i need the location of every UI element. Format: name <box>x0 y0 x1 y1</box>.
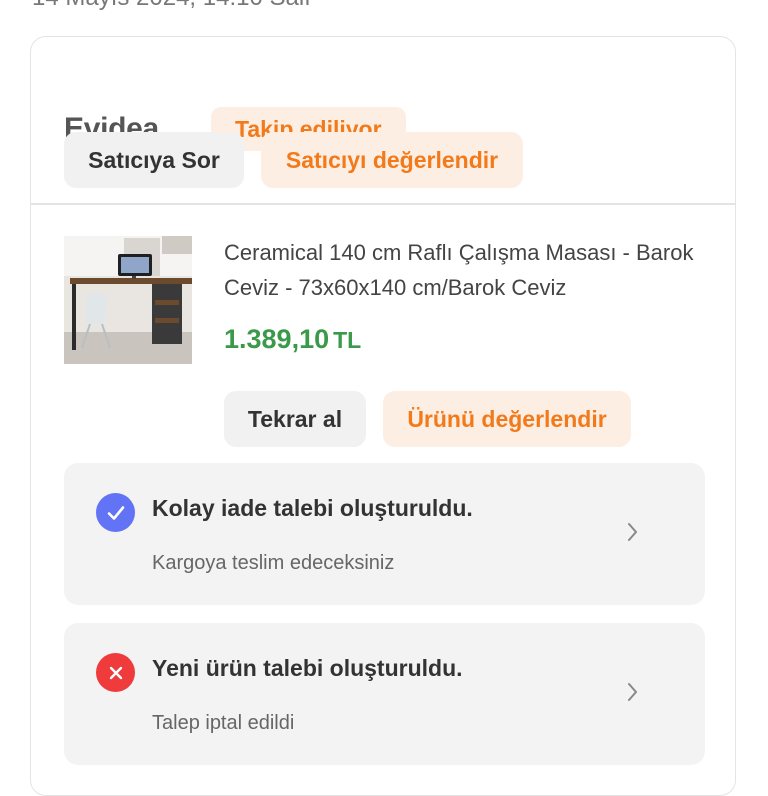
product-image[interactable] <box>64 236 192 364</box>
reorder-button[interactable]: Tekrar al <box>224 391 366 447</box>
ask-seller-button[interactable]: Satıcıya Sor <box>64 132 244 188</box>
price-amount: 1.389,10 <box>224 324 330 354</box>
new-product-status-box[interactable]: Yeni ürün talebi oluşturuldu. Talep ipta… <box>64 623 705 765</box>
order-date: 14 Mayıs 2024, 14:10 Salı <box>32 0 311 12</box>
close-icon <box>96 653 135 692</box>
product-title[interactable]: Ceramical 140 cm Raflı Çalışma Masası - … <box>224 235 694 305</box>
product-price: 1.389,10 TL <box>224 324 361 355</box>
rate-seller-button[interactable]: Satıcıyı değerlendir <box>261 132 523 188</box>
status-subtitle: Talep iptal edildi <box>152 712 295 734</box>
status-title: Yeni ürün talebi oluşturuldu. <box>152 655 463 681</box>
rate-product-button[interactable]: Ürünü değerlendir <box>383 391 631 447</box>
check-icon <box>96 493 135 532</box>
divider <box>31 203 735 205</box>
status-title: Kolay iade talebi oluşturuldu. <box>152 495 473 521</box>
order-card: Evidea Takip ediliyor Satıcıya Sor Satıc… <box>30 36 736 796</box>
chevron-right-icon[interactable] <box>626 681 640 703</box>
chevron-right-icon[interactable] <box>626 521 640 543</box>
return-status-box[interactable]: Kolay iade talebi oluşturuldu. Kargoya t… <box>64 463 705 605</box>
status-subtitle: Kargoya teslim edeceksiniz <box>152 552 395 574</box>
price-currency: TL <box>333 327 362 353</box>
